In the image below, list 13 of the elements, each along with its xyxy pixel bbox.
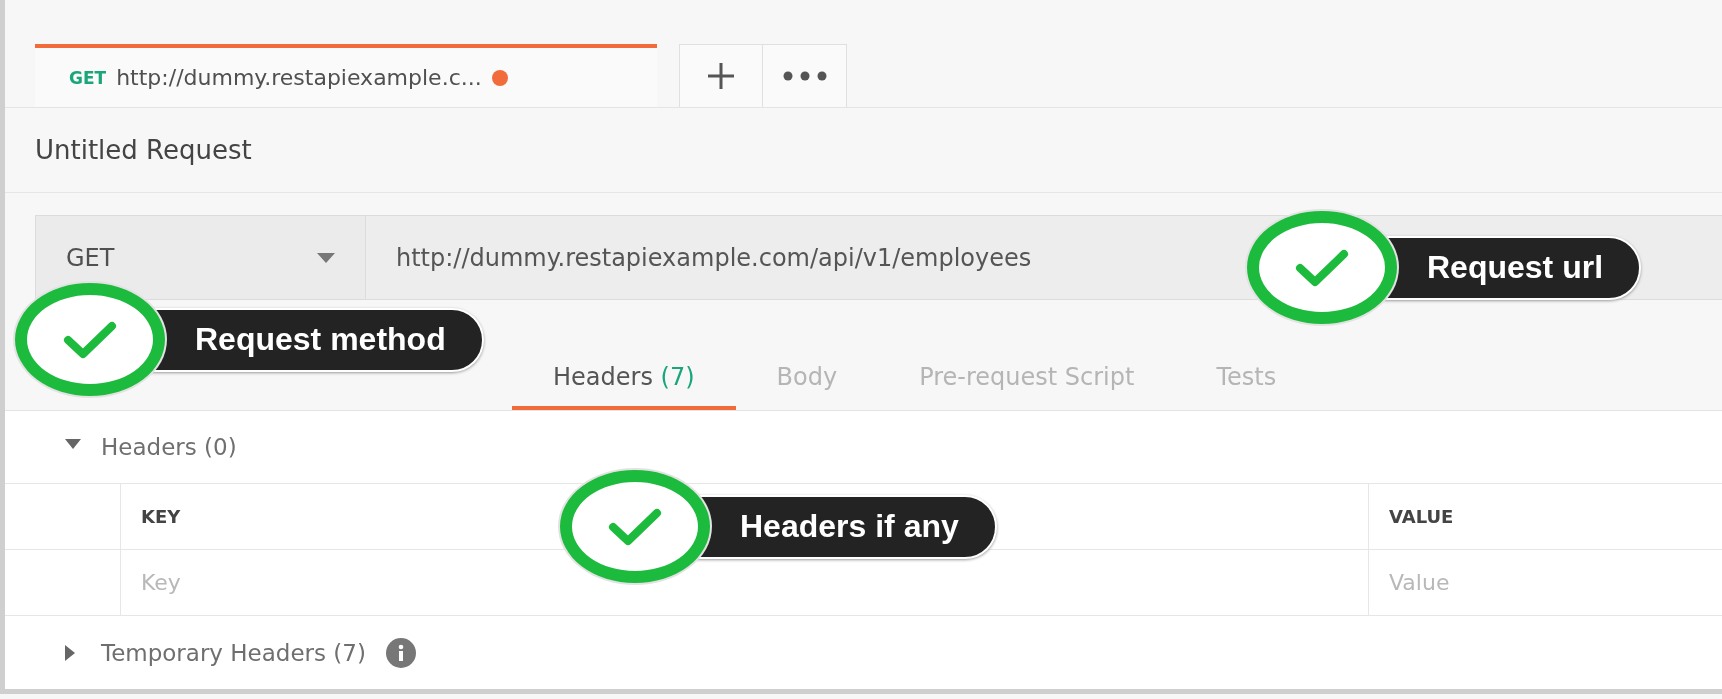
request-title: Untitled Request	[35, 135, 252, 165]
method-label: GET	[69, 67, 107, 88]
tab-title: http://dummy.restapiexample.c...	[116, 65, 482, 90]
section-tab[interactable]: Pre-request Script	[878, 348, 1176, 410]
section-tab[interactable]: Body	[735, 348, 879, 410]
group-label: Temporary Headers (7)	[101, 639, 366, 666]
group-label: Headers (0)	[101, 434, 237, 460]
info-icon[interactable]	[385, 637, 416, 668]
section-tab[interactable]: Tests	[1175, 348, 1318, 410]
more-icon	[782, 71, 827, 81]
column-header: VALUE	[1368, 484, 1722, 550]
unsaved-dot	[491, 69, 508, 86]
plus-icon	[706, 61, 736, 91]
